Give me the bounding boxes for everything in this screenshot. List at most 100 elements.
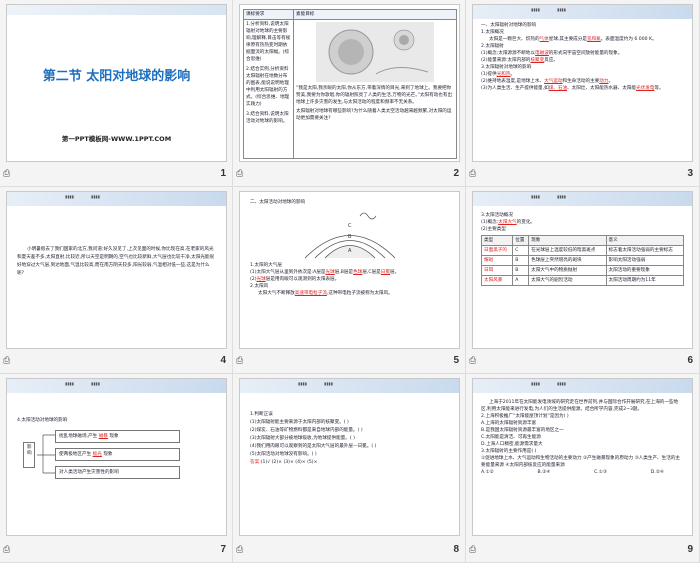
impact-item: 扰乱地球磁场,产生 磁暴 现象 (55, 430, 180, 443)
table-row: 太阳风暴 A 太阳大气的剧烈活动 太阳活动周期约为11年 (480, 275, 685, 286)
slide-canvas: ▮▮▮▮ ▮▮▮▮ 1.判断正误 (1)太阳辐射能主要来源于太阳内部的核聚变。( … (239, 378, 460, 536)
slide-thumb-9[interactable]: ▮▮▮▮ ▮▮▮▮ 上海于2011年在太阳能发电领域的研究走在世界前列,并与国际合… (466, 374, 700, 563)
standard-line: 1.分析资料,说明太阳辐射对地球的主要影响,理解释,目击等有规律原有热热变时期依… (246, 22, 291, 62)
slide-print-icon[interactable]: ⎙ (469, 356, 476, 366)
option[interactable]: B.②④ (538, 469, 551, 476)
slide-footer: ⎙ 3 (466, 166, 699, 184)
slide-number: 2 (453, 168, 459, 179)
scenario-paragraph: 小明暑假去了我们国家的北方,我问道:好久没见了,上次见面的时候,你比现在高,在老… (17, 247, 215, 276)
table-header-cell: 素能目标 (293, 9, 457, 20)
slide-thumb-8[interactable]: ▮▮▮▮ ▮▮▮▮ 1.判断正误 (1)太阳辐射能主要来源于太阳内部的核聚变。( … (233, 374, 466, 563)
slide-subtitle: 第一PPT模板网-WWW.1PPT.COM (61, 135, 172, 143)
slide-canvas: ▮▮▮▮ ▮▮▮▮ 一、太阳辐射对地球的影响 1.太阳概况 太阳是一颗巨大、炽热的… (472, 4, 693, 162)
option[interactable]: C.太阳能是清洁、可再生能源 (481, 434, 684, 441)
slide-footer: ⎙ 5 (233, 353, 465, 371)
quiz-line: (3)太阳辐射大部分被地球吸收,为地球提供能量。( ) (250, 436, 355, 441)
paragraph: (2)能量来源:太阳内部的核聚变反应。 (481, 58, 558, 63)
paragraph: 太阳是一颗巨大、炽热的气体星球,其主要成分是氢和氦。表面温度约为 6 000 K… (489, 37, 657, 42)
table-header-cell: 意义 (605, 235, 685, 246)
option[interactable]: C.①③ (594, 469, 607, 476)
slide-thumb-6[interactable]: ▮▮▮▮ ▮▮▮▮ 3.太阳活动概况 (1)概念:太阳大气的变化。 (2)主要类型… (466, 187, 700, 374)
table-cell: 日珥 (480, 265, 514, 276)
slide-content: 4.太阳活动对地球的影响 影响 扰乱地球磁场,产生 磁暴 现象 使两极地区产生 … (7, 393, 226, 535)
question-intro: 上海于2011年在太阳能发电领域的研究走在世界前列,并与国际合作开展研究,在上海… (481, 400, 679, 412)
section-heading: 1.判断正误 (250, 412, 273, 417)
table-header-cell: 位置 (512, 235, 530, 246)
slide-print-icon[interactable]: ⎙ (469, 169, 476, 179)
quiz-line: (4)我们用肉眼可以观察到的是太阳大气层的最外层—日冕。( ) (250, 444, 377, 449)
intro-text: “我是太阳,我亲眼的太阳,你从东方,带着深情的目光,来到了地球上。我要把你赞美,… (296, 86, 453, 105)
standard-line: 2.结合实例,分析资料太阳辐射在地数分布的图表,能说说明地理中利用太阳辐射的方式… (246, 67, 290, 107)
slide-thumb-5[interactable]: 二、太阳活动对地球的影响 A B C 1.太阳的大气层 (1)太阳大气层从里到外… (233, 187, 466, 374)
slide-number: 4 (220, 355, 226, 366)
slide-canvas: 课标要求 素能目标 1.分析资料,说明太阳辐射对地球的主要影响,理解释,目击等有… (239, 4, 460, 162)
table-row: 耀斑 B 色球层上突然增亮的斑块 影响太阳活动强弱 (480, 255, 685, 266)
subheading: 3.太阳辐射对地球的影响 (481, 65, 532, 70)
slide-print-icon[interactable]: ⎙ (236, 545, 243, 555)
quiz-line: (2)煤炭、石油等矿物燃料都是来自地球内部的能量。( ) (250, 428, 363, 433)
slide-canvas: 二、太阳活动对地球的影响 A B C 1.太阳的大气层 (1)太阳大气层从里到外… (239, 191, 460, 349)
slide-number: 6 (687, 355, 693, 366)
slide-content: 上海于2011年在太阳能发电领域的研究走在世界前列,并与国际合作开展研究,在上海… (473, 393, 692, 535)
quiz-line: (5)太阳活动对地球没有影响。( ) (250, 452, 317, 457)
table-cell: B (512, 265, 530, 276)
paragraph: (1)太阳大气层从里到外依次是:A层是光球层,B层是色球层,C层是日冕层。 (250, 270, 400, 275)
section-heading: 一、太阳辐射对地球的影响 (481, 23, 537, 28)
table-cell: 标志着太阳活动强弱的主要标志 (605, 245, 685, 256)
slide-footer: ⎙ 9 (466, 542, 699, 560)
table-cell: 日面黑子的 (480, 245, 514, 256)
slide-thumb-7[interactable]: ▮▮▮▮ ▮▮▮▮ 4.太阳活动对地球的影响 影响 扰乱地球磁场,产生 磁暴 现象… (0, 374, 233, 563)
option[interactable]: A.①② (481, 469, 494, 476)
section-heading: 4.太阳活动对地球的影响 (17, 418, 68, 423)
brace-icon (37, 434, 55, 474)
table-header-cell: 现象 (528, 235, 607, 246)
paragraph: (2)主要类型 (481, 227, 506, 232)
slide-canvas: ▮▮▮▮ ▮▮▮▮ 3.太阳活动概况 (1)概念:太阳大气的变化。 (2)主要类型… (472, 191, 693, 349)
section-heading: 二、太阳活动对地球的影响 (250, 200, 306, 205)
slide-print-icon[interactable]: ⎙ (3, 169, 10, 179)
slide-print-icon[interactable]: ⎙ (3, 545, 10, 555)
question-3-text: ①促进地球上水、大气运动和生物活动的主要动力 ②产生磁暴现象的原动力 ③人类生产… (481, 456, 681, 468)
table-cell: 在光球层上温度较低的暗黑斑点 (528, 245, 607, 256)
slide-footer: ⎙ 8 (233, 542, 465, 560)
table-cell: 影响太阳活动强弱 (605, 255, 685, 266)
slide-thumb-3[interactable]: ▮▮▮▮ ▮▮▮▮ 一、太阳辐射对地球的影响 1.太阳概况 太阳是一颗巨大、炽热的… (466, 0, 700, 187)
layer-label-b: B (348, 234, 352, 240)
sun-image (316, 22, 434, 82)
slide-footer: ⎙ 2 (233, 166, 465, 184)
slide-content: 二、太阳活动对地球的影响 A B C 1.太阳的大气层 (1)太阳大气层从里到外… (240, 196, 459, 348)
option[interactable]: D.上海人口稠密,能源需求量大 (481, 441, 684, 448)
answer-line: 答案:(1)√ (2)× (3)× (4)× (5)× (250, 460, 318, 465)
slide-header-band: ▮▮▮▮ ▮▮▮▮ (240, 379, 459, 393)
paragraph: (1)概念:太阳大气的变化。 (481, 220, 536, 225)
slide-header-band: ▮▮▮▮ ▮▮▮▮ (7, 379, 226, 393)
slide-number: 9 (687, 544, 693, 555)
slide-print-icon[interactable]: ⎙ (236, 169, 243, 179)
option[interactable]: B.是我国太阳辐射资源最丰富的地区之一 (481, 427, 684, 434)
slide-thumb-2[interactable]: 课标要求 素能目标 1.分析资料,说明太阳辐射对地球的主要影响,理解释,目击等有… (233, 0, 466, 187)
table-cell: A (512, 275, 530, 286)
slide-thumb-1[interactable]: 第二节 太阳对地球的影响 第一PPT模板网-WWW.1PPT.COM ⎙ 1 (0, 0, 233, 187)
slide-print-icon[interactable]: ⎙ (236, 356, 243, 366)
layer-label-a: A (348, 248, 352, 254)
table-cell: 太阳活动周期约为11年 (605, 275, 685, 286)
slide-number: 5 (453, 355, 459, 366)
paragraph: (1)概念:太阳源源不断地以电磁波的形式向宇宙空间放射能量的现象。 (481, 51, 623, 56)
intro-question: 太阳辐射对地球有哪些影响?为什么随着人类太空活动越来越频繁,对太阳的运动更加需要… (296, 109, 452, 121)
slide-footer: ⎙ 7 (0, 542, 232, 560)
table-header-cell: 类型 (480, 235, 514, 246)
table-cell: 太阳风暴 (480, 275, 514, 286)
paragraph: (2)维持地表温度,是地球上水、大气运动和生命活动的主要动力。 (481, 79, 614, 84)
option[interactable]: A.上海的太阳辐射资源丰富 (481, 420, 684, 427)
slide-print-icon[interactable]: ⎙ (3, 356, 10, 366)
slide-footer: ⎙ 6 (466, 353, 699, 371)
slide-header-band: ▮▮▮▮ ▮▮▮▮ (473, 5, 692, 19)
slide-thumb-4[interactable]: ▮▮▮▮ ▮▮▮▮ 小明暑假去了我们国家的北方,我问道:好久没见了,上次见面的时候… (0, 187, 233, 374)
option[interactable]: D.②④ (651, 469, 664, 476)
standards-cell: 1.分析资料,说明太阳辐射对地球的主要影响,理解释,目击等有规律原有热热变时期依… (243, 19, 294, 159)
paragraph: 太阳大气不断释放高速带电粒子流,这种带电粒子流被称为太阳风。 (258, 291, 393, 296)
slide-print-icon[interactable]: ⎙ (469, 545, 476, 555)
impact-diagram: 影响 扰乱地球磁场,产生 磁暴 现象 使两极地区产生 极光 现象 对人类活动产生… (17, 428, 216, 479)
slide-number: 8 (453, 544, 459, 555)
slide-number: 3 (687, 168, 693, 179)
